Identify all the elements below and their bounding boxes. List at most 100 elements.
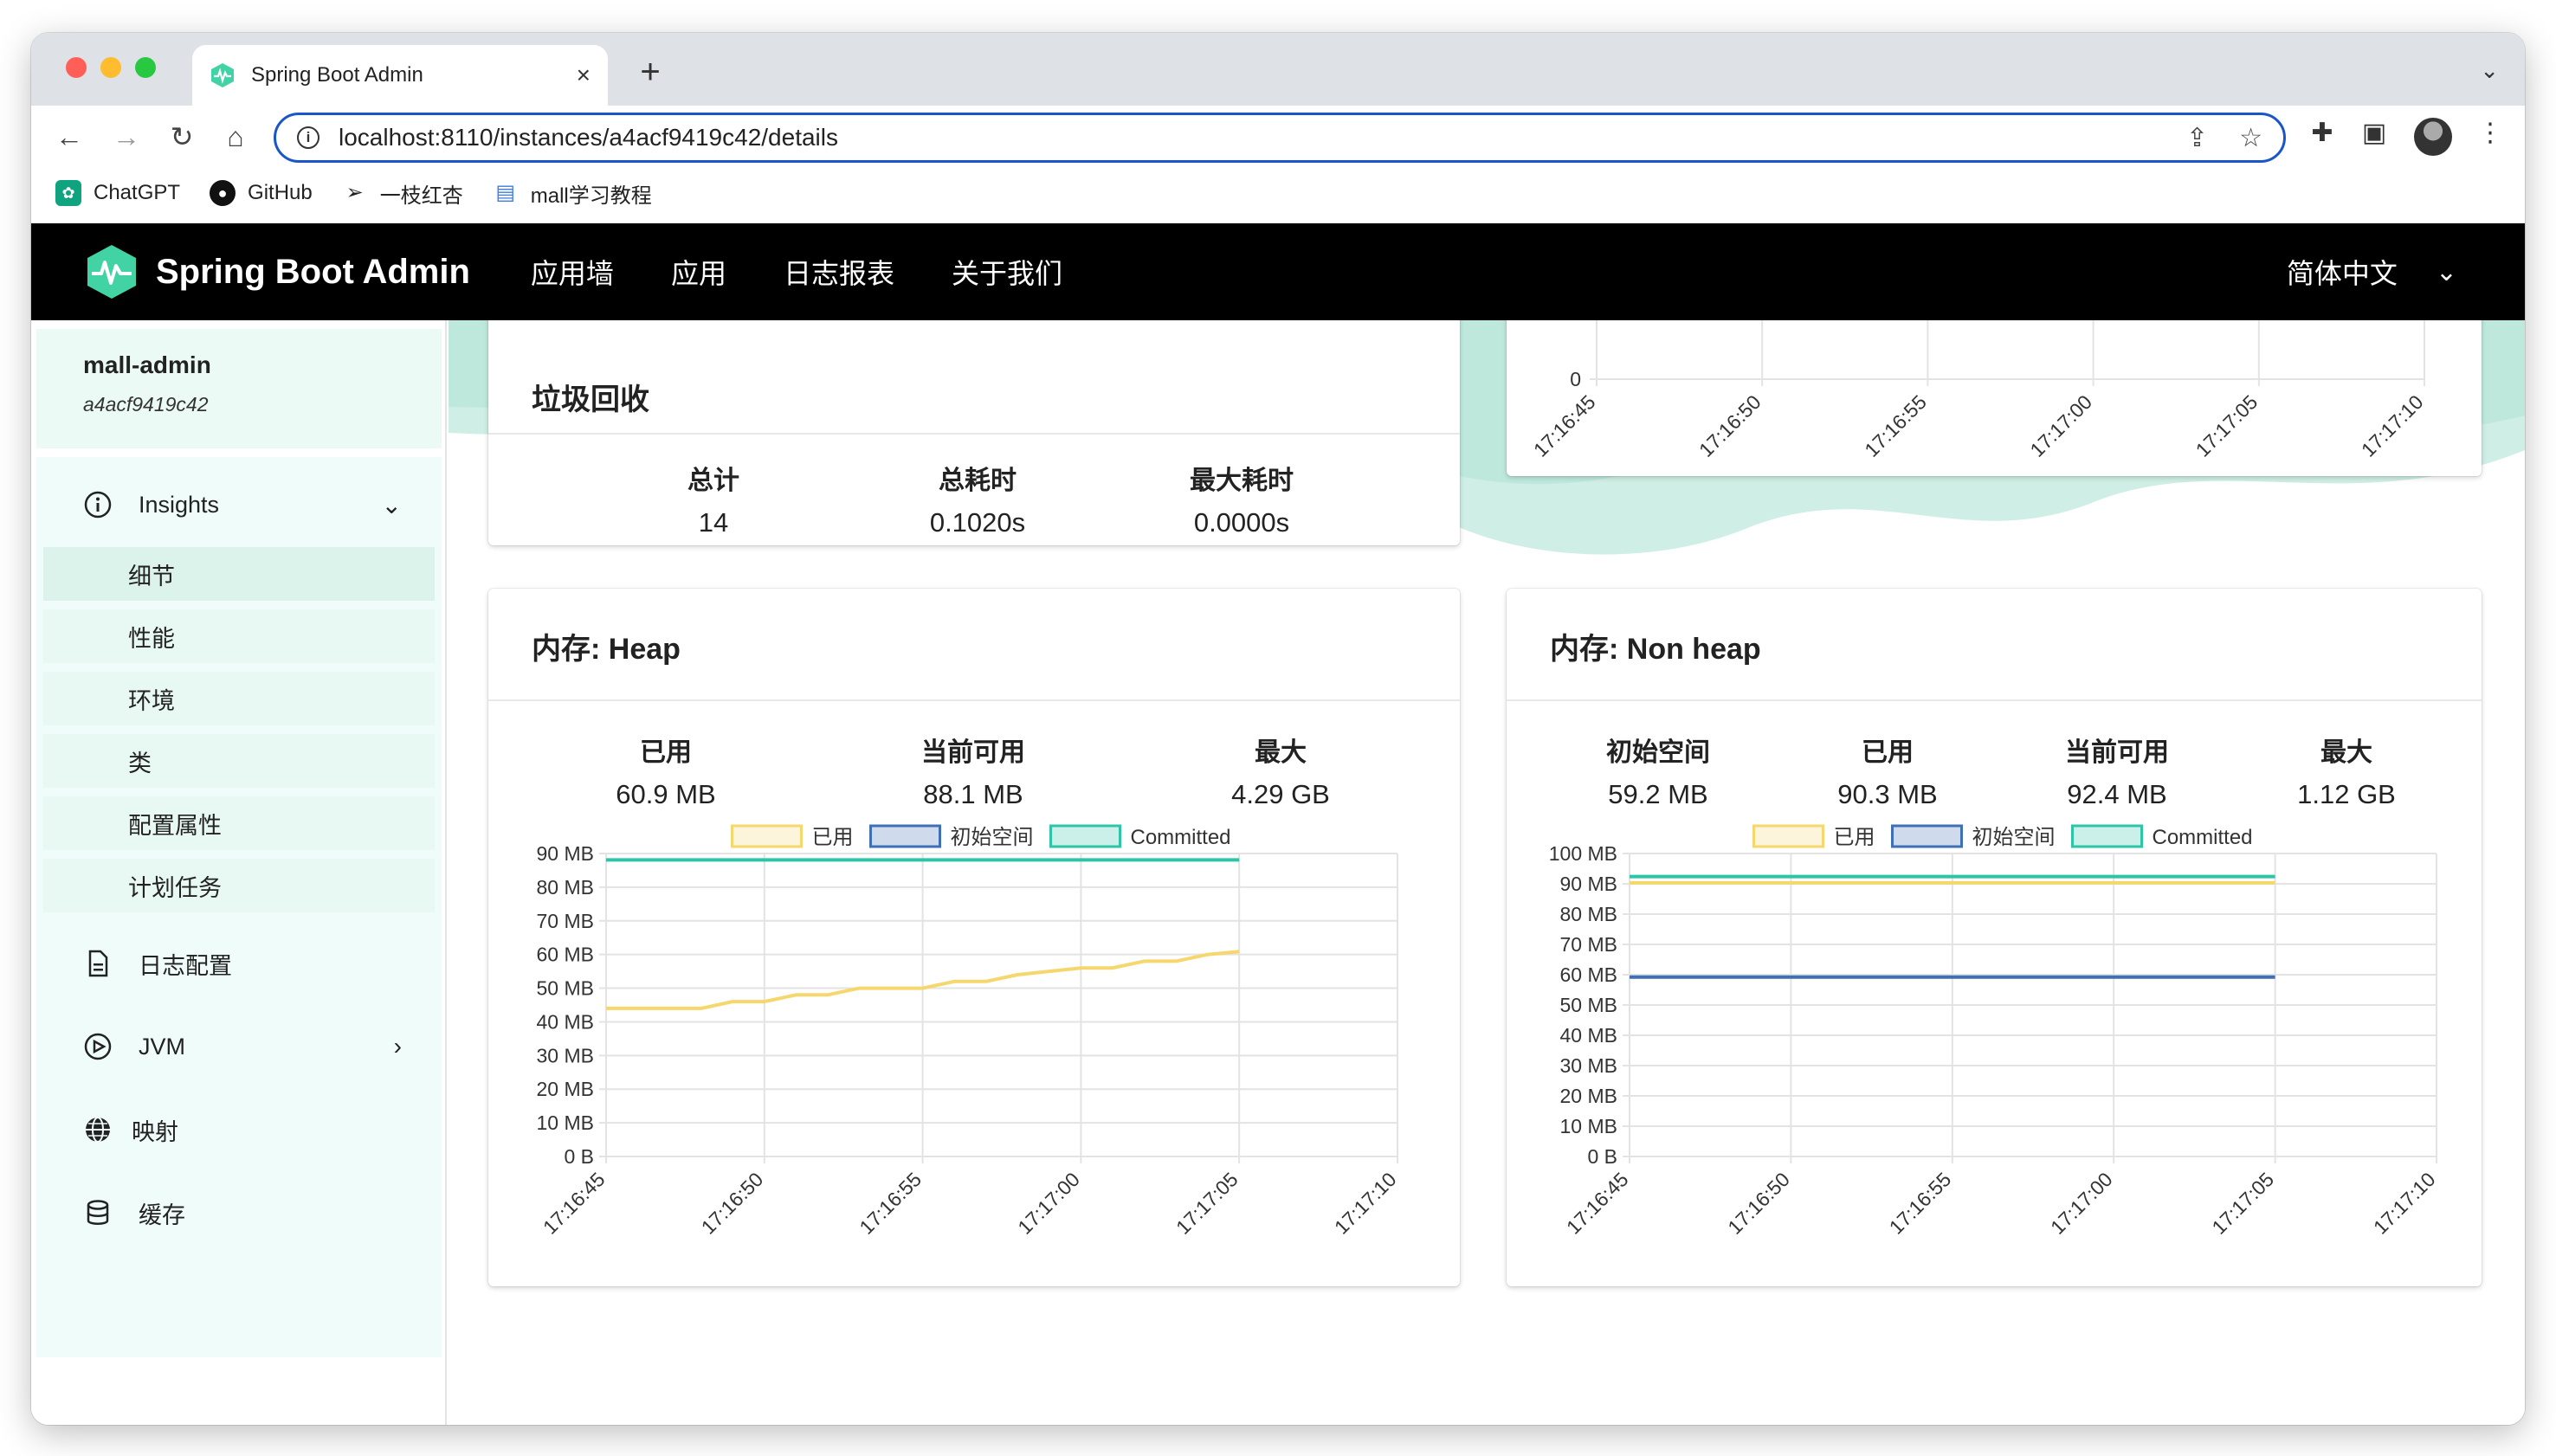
nav-about[interactable]: 关于我们 — [952, 252, 1062, 292]
nav-journal[interactable]: 日志报表 — [784, 252, 894, 292]
side-panel-icon[interactable]: ▣ — [2355, 118, 2393, 148]
stat-label: 最大 — [2320, 738, 2372, 767]
home-icon[interactable]: ⌂ — [216, 118, 255, 156]
spring-boot-admin-favicon-icon — [211, 63, 234, 87]
sidebar-item-jvm[interactable]: JVM › — [36, 1018, 442, 1075]
sidebar-item-environment[interactable]: 环境 — [43, 672, 435, 725]
nonheap-card: 内存: Non heap 初始空间 59.2 MB 已用 90.3 MB 当前可… — [1507, 589, 2482, 1286]
bookmark-star-icon[interactable]: ☆ — [2239, 123, 2262, 153]
site-info-icon[interactable]: i — [297, 126, 320, 149]
divider — [488, 699, 1460, 701]
stat-label: 已用 — [640, 738, 692, 767]
y-tick-label: 0 B — [1587, 1145, 1617, 1168]
main-content: 垃圾回收 总计 14 总耗时 0.1020s 最大耗时 0.0000s 0 17:… — [449, 320, 2525, 1425]
tab-close-icon[interactable]: × — [577, 61, 591, 89]
gc-card: 垃圾回收 总计 14 总耗时 0.1020s 最大耗时 0.0000s — [488, 320, 1460, 545]
sidebar-item-caches[interactable]: 缓存 — [36, 1184, 442, 1241]
sidebar-item-label: 计划任务 — [128, 874, 222, 901]
brand-title: Spring Boot Admin — [156, 252, 470, 291]
y-tick-label: 60 MB — [1560, 963, 1617, 986]
heartbeat-logo-icon — [87, 245, 136, 299]
bookmark-chatgpt[interactable]: ✿ ChatGPT — [55, 180, 180, 206]
minimize-window-button[interactable] — [100, 57, 121, 78]
y-tick-label: 40 MB — [537, 1010, 594, 1033]
legend-swatch — [1049, 824, 1121, 848]
spring-boot-admin-app: Spring Boot Admin 应用墙 应用 日志报表 关于我们 简体中文 … — [31, 223, 2525, 1425]
bookmark-yizhihongxing[interactable]: ➢ 一枝红杏 — [342, 178, 463, 209]
sidebar-item-details[interactable]: 细节 — [43, 547, 435, 601]
y-tick-label: 90 MB — [537, 842, 594, 865]
profile-avatar[interactable] — [2414, 118, 2452, 156]
y-tick-label: 70 MB — [1560, 933, 1617, 956]
sidebar-item-label: JVM — [139, 1033, 185, 1060]
language-selector[interactable]: 简体中文 ⌄ — [2287, 223, 2457, 320]
chevron-right-icon: › — [393, 1033, 402, 1060]
application-name: mall-admin — [83, 351, 211, 378]
gc-stat-max-time: 最大耗时 0.0000s — [1112, 459, 1372, 538]
nav-applications[interactable]: 应用 — [671, 252, 726, 292]
sidebar-item-label: 缓存 — [139, 1202, 185, 1228]
url-text[interactable]: localhost:8110/instances/a4acf9419c42/de… — [339, 124, 2155, 151]
back-arrow-icon[interactable]: ← — [50, 118, 88, 156]
sidebar-item-mappings[interactable]: 映射 — [36, 1101, 442, 1158]
threads-chart-card: 0 17:16:45 17:16:50 17:16:55 17:17:00 17:17:0… — [1507, 320, 2482, 476]
nonheap-stat-committed: 当前可用 92.4 MB — [2009, 731, 2225, 810]
x-tick-label: 17:16:50 — [1694, 390, 1765, 461]
reload-icon[interactable]: ↻ — [163, 118, 201, 156]
tab-search-chevron-icon[interactable]: ⌄ — [2480, 57, 2499, 84]
address-bar[interactable]: i localhost:8110/instances/a4acf9419c42/… — [274, 113, 2286, 163]
card-title: 垃圾回收 — [532, 383, 649, 416]
database-icon — [87, 1200, 109, 1225]
y-tick-label: 80 MB — [1560, 903, 1617, 925]
y-tick-label: 40 MB — [1560, 1024, 1617, 1047]
browser-window: Spring Boot Admin × + ⌄ ← → ↻ ⌂ i localh… — [31, 33, 2525, 1425]
stat-label: 当前可用 — [921, 738, 1025, 767]
bookmark-label: mall学习教程 — [530, 184, 652, 208]
bookmark-label: ChatGPT — [94, 181, 181, 204]
forward-arrow-icon[interactable]: → — [107, 118, 145, 156]
browser-menu-icon[interactable]: ⋮ — [2471, 118, 2509, 148]
stat-value: 90.3 MB — [1837, 779, 1938, 809]
legend-label: Committed — [2153, 826, 2253, 849]
legend-swatch — [2071, 824, 2143, 848]
heap-stat-committed: 当前可用 88.1 MB — [848, 731, 1099, 810]
y-tick-label: 70 MB — [537, 910, 594, 932]
brand[interactable]: Spring Boot Admin — [83, 243, 470, 300]
close-window-button[interactable] — [66, 57, 87, 78]
x-tick-label: 17:17:10 — [1330, 1168, 1401, 1239]
heap-card: 内存: Heap 已用 60.9 MB 当前可用 88.1 MB 最大 4.29… — [488, 589, 1460, 1286]
y-tick-label: 0 B — [564, 1145, 594, 1168]
legend-swatch — [731, 824, 803, 848]
browser-tab[interactable]: Spring Boot Admin × — [192, 45, 608, 106]
sidebar-item-label: 性能 — [128, 625, 175, 652]
sidebar-item-logconfig[interactable]: 日志配置 — [36, 935, 442, 992]
sidebar-item-beans[interactable]: 类 — [43, 734, 435, 788]
maximize-window-button[interactable] — [135, 57, 156, 78]
x-tick-label: 17:16:55 — [855, 1168, 926, 1239]
bookmark-github[interactable]: ● GitHub — [210, 180, 313, 206]
legend-label: 初始空间 — [951, 826, 1034, 849]
x-tick-label: 17:17:05 — [1172, 1168, 1242, 1239]
stat-label: 最大 — [1255, 738, 1307, 767]
x-tick-label: 17:17:10 — [2369, 1168, 2440, 1239]
new-tab-icon[interactable]: + — [629, 50, 672, 93]
stat-label: 初始空间 — [1606, 738, 1710, 767]
sidebar-item-insights[interactable]: Insights ⌄ — [36, 476, 442, 533]
legend-label: 初始空间 — [1972, 826, 2056, 849]
y-tick-label: 100 MB — [1549, 842, 1617, 865]
x-tick-label: 17:16:50 — [1723, 1168, 1794, 1239]
tab-title: Spring Boot Admin — [251, 63, 423, 87]
sidebar-item-label: 映射 — [132, 1118, 178, 1145]
nav-wallboard[interactable]: 应用墙 — [531, 252, 614, 292]
bookmark-mall-tutorial[interactable]: ▤ mall学习教程 — [493, 178, 652, 209]
x-tick-label: 17:16:45 — [539, 1168, 610, 1239]
instance-id: a4acf9419c42 — [83, 393, 209, 416]
stat-value: 0.0000s — [1193, 507, 1290, 538]
x-tick-label: 17:17:00 — [2046, 1168, 2117, 1239]
stat-value: 88.1 MB — [923, 779, 1023, 809]
sidebar-item-scheduledtasks[interactable]: 计划任务 — [43, 859, 435, 912]
extensions-puzzle-icon[interactable]: ✚ — [2303, 118, 2341, 148]
sidebar-item-configprops[interactable]: 配置属性 — [43, 796, 435, 850]
sidebar-item-metrics[interactable]: 性能 — [43, 609, 435, 663]
share-icon[interactable]: ⇪ — [2186, 123, 2208, 153]
